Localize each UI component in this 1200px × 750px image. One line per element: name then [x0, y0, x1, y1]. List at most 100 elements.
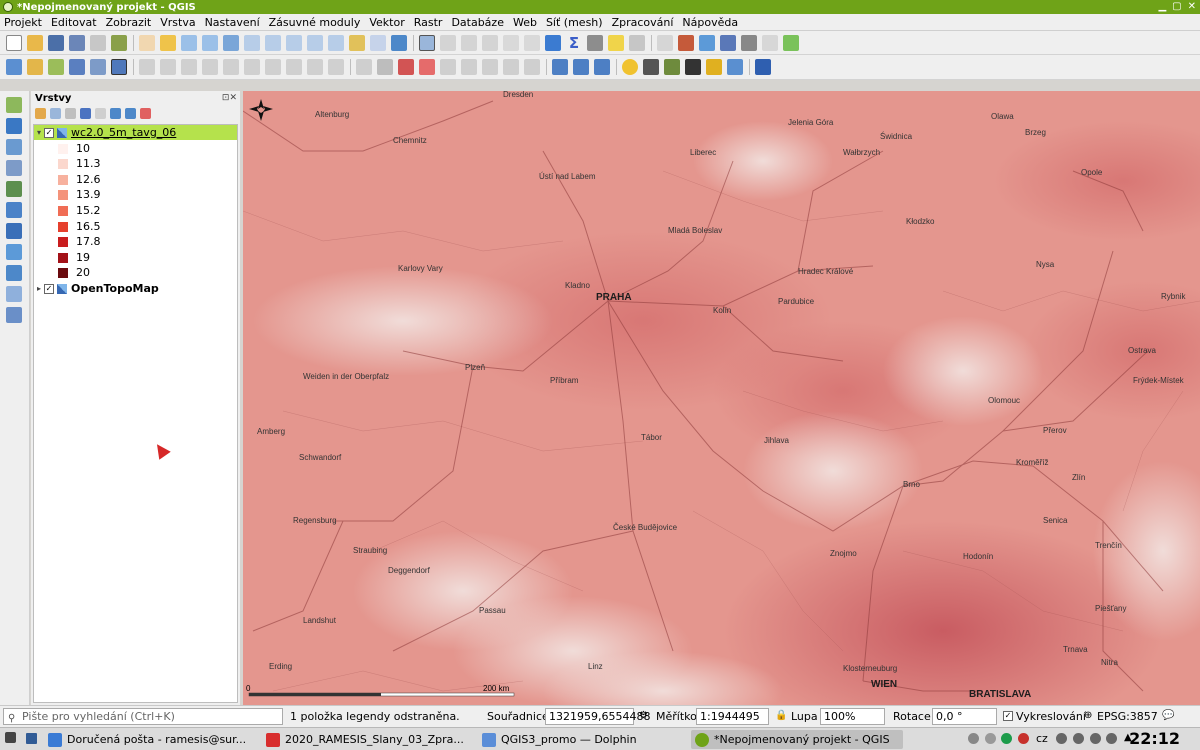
tray-chat-icon[interactable] [1001, 733, 1012, 744]
zoom-layer-icon[interactable] [265, 34, 281, 51]
task-document[interactable]: 2020_RAMESIS_Slany_03_Zpra... [262, 730, 474, 749]
filter-legend-icon[interactable] [95, 108, 106, 119]
crosshair-icon[interactable] [643, 59, 659, 75]
label-icon[interactable] [356, 59, 372, 75]
expand-icon[interactable]: ▸ [34, 284, 44, 293]
close-icon[interactable]: ✕ [1188, 1, 1196, 12]
select-feature-icon[interactable] [440, 34, 456, 51]
menu-zasuvne-moduly[interactable]: Zásuvné moduly [269, 16, 361, 29]
menu-web[interactable]: Web [513, 16, 537, 29]
task-qgis[interactable]: *Nepojmenovaný projekt - QGIS [691, 730, 903, 749]
layer-row-opentopomap[interactable]: ▸ ✓ OpenTopoMap [34, 281, 159, 296]
save-as-icon[interactable] [69, 34, 85, 51]
menu-databaze[interactable]: Databáze [451, 16, 504, 29]
clock[interactable]: 22:12 [1129, 729, 1180, 748]
zoom-out-icon[interactable] [202, 34, 218, 51]
edit-pencil-icon[interactable] [90, 59, 106, 75]
tray-network-icon[interactable] [1056, 733, 1067, 744]
add-wcs-layer-icon[interactable] [6, 244, 22, 260]
keyboard-layout[interactable]: cz [1036, 732, 1048, 745]
menu-sit-mesh[interactable]: Síť (mesh) [546, 16, 603, 29]
help-icon[interactable] [755, 59, 771, 75]
map-canvas[interactable]: PRAHA WIEN BRATISLAVA Dresden Chemnitz A… [243, 91, 1200, 705]
digitize-icon[interactable] [69, 59, 85, 75]
app-launcher-icon[interactable] [5, 732, 16, 743]
collapse-icon[interactable]: ▾ [34, 128, 44, 137]
data-source-manager-icon[interactable] [6, 59, 22, 75]
maximize-icon[interactable]: ▢ [1172, 1, 1181, 12]
menu-vrstva[interactable]: Vrstva [160, 16, 195, 29]
filter-icon[interactable] [80, 108, 91, 119]
zoom-last-icon[interactable] [307, 34, 323, 51]
new-project-icon[interactable] [6, 34, 22, 51]
layer-row-tavg[interactable]: ▾ ✓ wc2.0_5m_tavg_06 [34, 125, 237, 140]
show-bookmarks-icon[interactable] [370, 34, 386, 51]
label-toggle-icon[interactable] [419, 59, 435, 75]
search-map-icon[interactable] [699, 34, 715, 51]
messages-icon[interactable]: 💬 [1162, 710, 1174, 721]
menu-rastr[interactable]: Rastr [414, 16, 443, 29]
menu-nastaveni[interactable]: Nastavení [205, 16, 260, 29]
move-label-icon[interactable] [440, 59, 456, 75]
wms-icon[interactable] [552, 59, 568, 75]
tray-bluetooth-icon[interactable] [1090, 733, 1101, 744]
zoom-next-icon[interactable] [328, 34, 344, 51]
pan-to-selection-icon[interactable] [160, 34, 176, 51]
menu-zpracovani[interactable]: Zpracování [612, 16, 674, 29]
add-mesh-layer-icon[interactable] [6, 139, 22, 155]
crs-button[interactable]: EPSG:3857 [1097, 710, 1158, 723]
zoom-full-icon[interactable] [223, 34, 239, 51]
python-icon[interactable] [622, 59, 638, 75]
field-calculator-icon[interactable] [524, 34, 540, 51]
measure-icon[interactable] [587, 34, 603, 51]
processing-toolbox-icon[interactable] [545, 34, 561, 51]
add-delimited-text-icon[interactable] [6, 160, 22, 176]
menu-napoveda[interactable]: Nápověda [682, 16, 738, 29]
grid-icon[interactable] [762, 34, 778, 51]
text-annotation-icon[interactable] [629, 34, 645, 51]
tray-clipboard-icon[interactable] [985, 733, 996, 744]
zoom-in-icon[interactable] [181, 34, 197, 51]
add-postgis-icon[interactable] [6, 202, 22, 218]
locator-search-input[interactable]: ⚲ Pište pro vyhledání (Ctrl+K) [3, 708, 283, 725]
magnifier-field[interactable]: 100% [820, 708, 885, 725]
tray-updates-icon[interactable] [968, 733, 979, 744]
add-spatialite-icon[interactable] [6, 181, 22, 197]
zoom-selection-icon[interactable] [244, 34, 260, 51]
add-group-icon[interactable] [50, 108, 61, 119]
identify-icon[interactable] [419, 34, 435, 51]
open-icon[interactable] [27, 34, 43, 51]
show-desktop-icon[interactable] [26, 733, 37, 744]
wfs-icon[interactable] [573, 59, 589, 75]
layer-checkbox-opentopomap[interactable]: ✓ [44, 283, 54, 294]
visibility-icon[interactable] [65, 108, 76, 119]
menu-zobrazit[interactable]: Zobrazit [106, 16, 152, 29]
home-icon[interactable] [727, 59, 743, 75]
add-raster-layer-icon[interactable] [6, 118, 22, 134]
task-mail[interactable]: Doručená pošta - ramesis@sur... [44, 730, 258, 749]
label-options-icon[interactable] [524, 59, 540, 75]
toggle-editing-icon[interactable] [111, 59, 127, 75]
rotation-field[interactable]: 0,0 ° [932, 708, 997, 725]
expand-all-icon[interactable] [110, 108, 121, 119]
coordinate-field[interactable]: 1321959,6554488 [545, 708, 650, 725]
menu-vektor[interactable]: Vektor [369, 16, 404, 29]
scale-field[interactable]: 1:1944495 [696, 708, 769, 725]
zoom-native-icon[interactable] [286, 34, 302, 51]
add-wms-layer-icon[interactable] [6, 223, 22, 239]
tray-battery-icon[interactable] [1073, 733, 1084, 744]
print-layout-icon[interactable] [90, 34, 106, 51]
add-vector-layer-icon[interactable] [6, 97, 22, 113]
style-layer-icon[interactable] [35, 108, 46, 119]
new-bookmark-icon[interactable] [349, 34, 365, 51]
add-vector-icon[interactable] [48, 59, 64, 75]
refresh-icon[interactable] [391, 34, 407, 51]
airplane-icon[interactable] [685, 59, 701, 75]
sum-icon[interactable]: Σ [566, 35, 582, 51]
gps-icon[interactable] [664, 59, 680, 75]
change-label-icon[interactable] [482, 59, 498, 75]
layer-checkbox-tavg[interactable]: ✓ [44, 127, 54, 138]
pin-labels-icon[interactable] [377, 59, 393, 75]
panel-close-icon[interactable]: ⊡✕ [222, 93, 237, 103]
georeference-icon[interactable] [783, 34, 799, 51]
